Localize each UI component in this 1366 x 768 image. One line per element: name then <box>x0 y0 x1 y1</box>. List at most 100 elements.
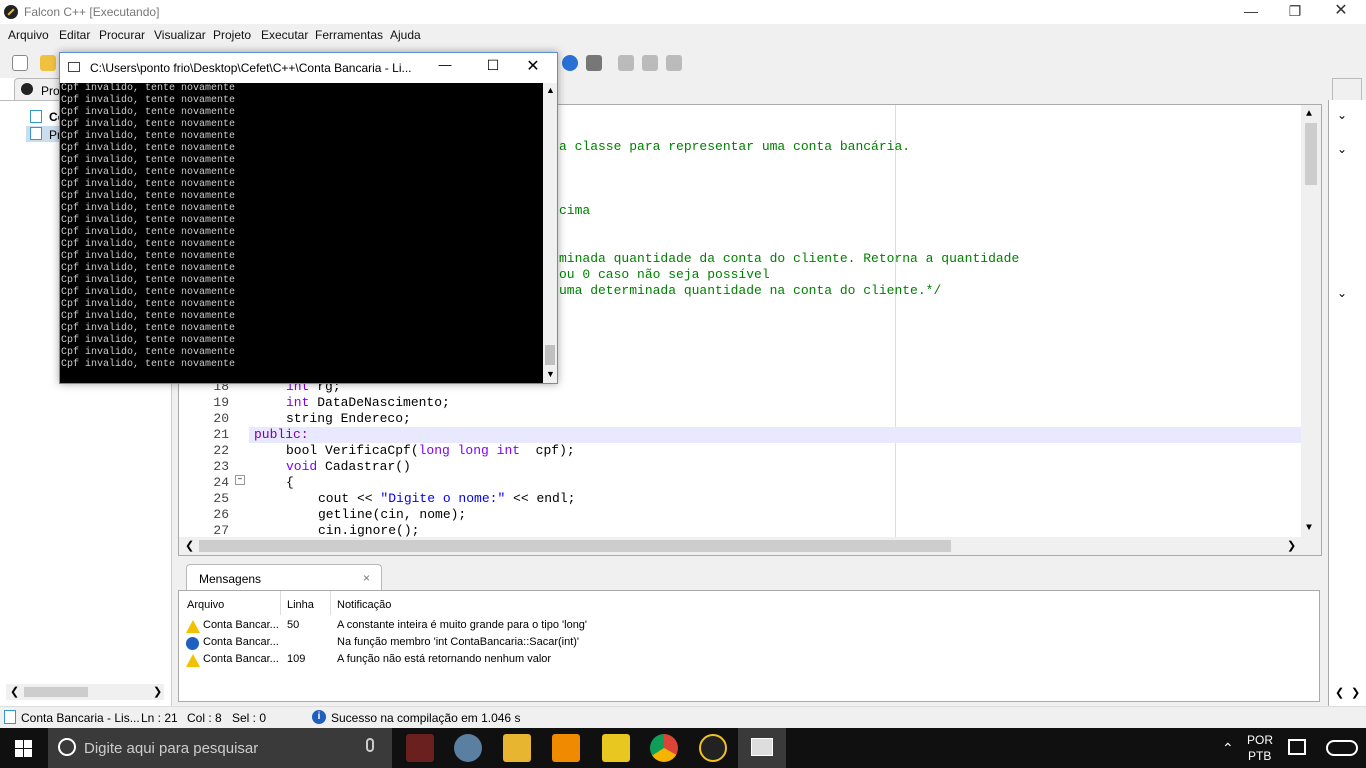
code-token: Cadastrar() <box>325 459 411 474</box>
scroll-thumb[interactable] <box>1305 123 1317 185</box>
menu-ajuda[interactable]: Ajuda <box>390 28 421 42</box>
console-close-button[interactable]: ✕ <box>520 56 546 76</box>
code-token: cout << <box>318 491 381 506</box>
cpp-file-icon <box>4 710 16 724</box>
tab-messages[interactable]: Mensagens × <box>186 564 382 590</box>
cloud-icon[interactable] <box>1326 740 1358 756</box>
scroll-up-icon[interactable]: ▲ <box>1306 107 1312 123</box>
chrome-icon[interactable] <box>650 734 678 762</box>
current-line-highlight <box>249 427 1301 443</box>
code-token: bool VerificaCpf( <box>286 443 419 458</box>
search-box[interactable]: Digite aqui para pesquisar <box>48 728 392 768</box>
console-line: Cpf invalido, tente novamente <box>61 227 236 238</box>
console-maximize-button[interactable]: ☐ <box>480 57 506 77</box>
line-number: 22 <box>213 443 229 458</box>
menu-executar[interactable]: Executar <box>261 28 308 42</box>
language-code[interactable]: POR <box>1247 733 1273 747</box>
scroll-left-icon[interactable]: ❮ <box>185 538 194 554</box>
step-out-icon[interactable] <box>666 55 682 71</box>
notification-icon[interactable] <box>1288 739 1306 755</box>
console-line: Cpf invalido, tente novamente <box>61 263 236 274</box>
scroll-left-icon[interactable]: ❮ <box>10 685 19 698</box>
message-file[interactable]: Conta Bancar... <box>203 653 279 665</box>
message-line[interactable]: 109 <box>287 653 305 665</box>
scroll-down-icon[interactable]: ▼ <box>1306 521 1312 537</box>
chevron-down-icon[interactable]: ⌄ <box>1337 108 1347 122</box>
console-line: Cpf invalido, tente novamente <box>61 119 236 130</box>
status-compile: Sucesso na compilação em 1.046 s <box>331 711 521 725</box>
message-file[interactable]: Conta Bancar... <box>203 636 279 648</box>
step-into-icon[interactable] <box>618 55 634 71</box>
falcon-app-icon[interactable] <box>699 734 727 762</box>
column-header-arquivo[interactable]: Arquivo <box>187 599 224 611</box>
horizontal-scrollbar[interactable]: ❮ ❯ <box>179 537 1321 555</box>
console-icon <box>751 738 773 756</box>
close-tab-icon[interactable]: × <box>363 571 370 585</box>
chevron-down-icon[interactable]: ⌄ <box>1337 142 1347 156</box>
file-explorer-icon[interactable] <box>503 734 531 762</box>
code-line: string Endereco; <box>286 411 411 427</box>
message-note[interactable]: Na função membro 'int ContaBancaria::Sac… <box>337 636 579 648</box>
tab-outline[interactable] <box>1332 78 1362 100</box>
minimize-button[interactable]: — <box>1228 0 1274 24</box>
code-token: "Digite o nome:" <box>380 491 506 506</box>
console-window[interactable]: C:\Users\ponto frio\Desktop\Cefet\C++\Co… <box>59 52 558 384</box>
console-line: Cpf invalido, tente novamente <box>61 179 236 190</box>
pdf-icon[interactable] <box>602 734 630 762</box>
chevron-down-icon[interactable]: ⌄ <box>1337 286 1347 300</box>
scroll-thumb[interactable] <box>199 540 951 552</box>
scroll-thumb[interactable] <box>545 345 555 365</box>
menu-procurar[interactable]: Procurar <box>99 28 145 42</box>
fold-toggle-icon[interactable]: – <box>235 475 245 485</box>
console-output[interactable]: Cpf invalido, tente novamente Cpf invalid… <box>60 83 543 383</box>
message-file[interactable]: Conta Bancar... <box>203 619 279 631</box>
message-note[interactable]: A função não está retornando nenhum valo… <box>337 653 551 665</box>
scroll-right-icon[interactable]: ❯ <box>153 685 162 698</box>
menu-ferramentas[interactable]: Ferramentas <box>315 28 383 42</box>
menu-visualizar[interactable]: Visualizar <box>154 28 206 42</box>
code-token: string Endereco; <box>286 411 411 426</box>
scroll-right-icon[interactable]: ❯ <box>1287 538 1296 554</box>
scroll-thumb[interactable] <box>24 687 88 697</box>
search-placeholder: Digite aqui para pesquisar <box>84 740 259 757</box>
new-file-icon[interactable] <box>12 55 28 71</box>
console-scrollbar[interactable]: ▲ ▼ <box>543 83 557 383</box>
scroll-right-icon[interactable]: ❯ <box>1351 686 1360 699</box>
restore-button[interactable]: ❐ <box>1272 0 1318 24</box>
menu-arquivo[interactable]: Arquivo <box>8 28 49 42</box>
keyboard-layout[interactable]: PTB <box>1248 749 1271 763</box>
book-icon[interactable] <box>586 55 602 71</box>
close-button[interactable]: ✕ <box>1318 0 1364 24</box>
scroll-up-icon[interactable]: ▲ <box>546 85 555 95</box>
windows-start-icon[interactable] <box>15 740 32 757</box>
scroll-left-icon[interactable]: ❮ <box>1335 686 1344 699</box>
column-header-linha[interactable]: Linha <box>287 599 314 611</box>
console-line: Cpf invalido, tente novamente <box>61 311 236 322</box>
code-token: cpf); <box>527 443 575 458</box>
help-icon[interactable] <box>562 55 578 71</box>
message-note[interactable]: A constante inteira é muito grande para … <box>337 619 587 631</box>
paint-icon[interactable] <box>454 734 482 762</box>
console-title: C:\Users\ponto frio\Desktop\Cefet\C++\Co… <box>90 61 412 75</box>
horizontal-scrollbar[interactable]: ❮ ❯ <box>6 684 164 700</box>
column-header-notificacao[interactable]: Notificação <box>337 599 391 611</box>
menu-editar[interactable]: Editar <box>59 28 90 42</box>
console-line: Cpf invalido, tente novamente <box>61 299 236 310</box>
title-bar: Falcon C++ [Executando] — ❐ ✕ <box>0 0 1366 24</box>
code-line: cout << "Digite o nome:" << endl; <box>318 491 575 507</box>
status-column: Col : 8 <box>187 711 222 725</box>
vertical-scrollbar[interactable]: ▲ ▼ <box>1301 105 1321 537</box>
microphone-icon[interactable] <box>366 738 374 752</box>
console-task-button[interactable] <box>738 728 786 768</box>
message-line[interactable]: 50 <box>287 619 299 631</box>
sublime-text-icon[interactable] <box>552 734 580 762</box>
taskbar-app-icon[interactable] <box>406 734 434 762</box>
scroll-down-icon[interactable]: ▼ <box>546 369 555 379</box>
chevron-up-icon[interactable]: ⌃ <box>1222 740 1234 757</box>
console-minimize-button[interactable]: — <box>432 57 458 77</box>
line-number: 20 <box>213 411 229 426</box>
step-over-icon[interactable] <box>642 55 658 71</box>
menu-projeto[interactable]: Projeto <box>213 28 251 42</box>
comment-text: a classe para representar uma conta banc… <box>559 139 911 154</box>
open-folder-icon[interactable] <box>40 55 56 71</box>
